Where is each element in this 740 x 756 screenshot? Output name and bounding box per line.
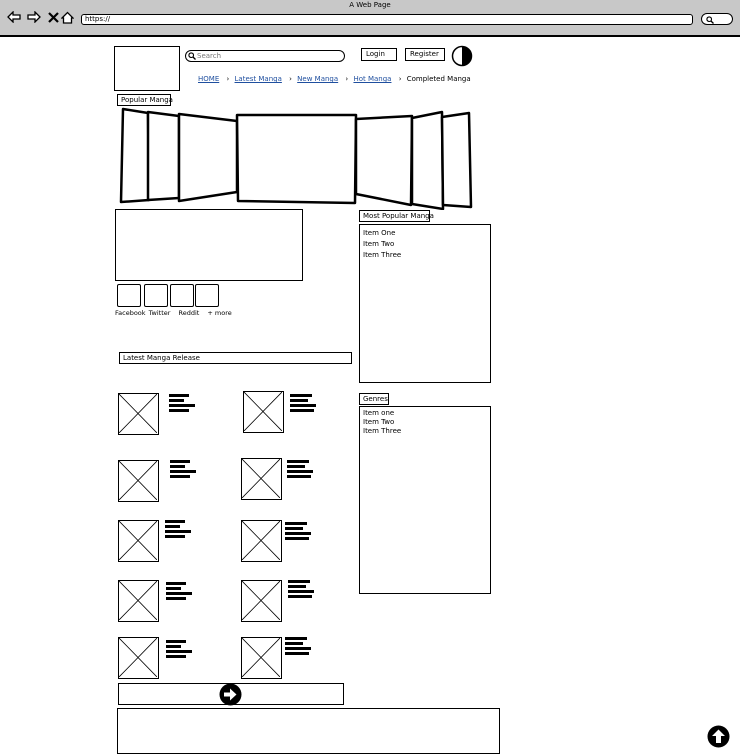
chevron-right-icon: ›: [398, 75, 402, 83]
chevron-right-icon: ›: [226, 75, 230, 83]
manga-text-lines-icon: [166, 582, 192, 602]
genres-list: Item one Item Two Item Three: [359, 406, 491, 594]
chevron-right-icon: ›: [289, 75, 292, 83]
reddit-share-button[interactable]: [170, 284, 194, 307]
list-item[interactable]: Item Three: [363, 250, 487, 261]
chevron-right-icon: ›: [345, 75, 349, 83]
manga-cover-placeholder[interactable]: [241, 520, 282, 562]
manga-cover-placeholder[interactable]: [241, 637, 282, 679]
list-item[interactable]: Item Two: [363, 239, 487, 250]
list-item[interactable]: Item one: [363, 409, 487, 418]
close-icon[interactable]: [46, 10, 60, 24]
genres-label: Genres: [359, 393, 389, 405]
latest-manga-release-label: Latest Manga Release: [119, 352, 352, 364]
manga-text-lines-icon: [290, 394, 316, 414]
breadcrumb-home[interactable]: HOME: [198, 75, 219, 83]
manga-text-lines-icon: [285, 637, 311, 657]
manga-text-lines-icon: [165, 520, 191, 540]
search-input[interactable]: Search: [185, 50, 345, 62]
manga-cover-placeholder[interactable]: [241, 458, 282, 500]
most-popular-manga-label: Most Popular Manga: [359, 210, 434, 222]
register-button[interactable]: Register: [405, 48, 445, 61]
url-bar[interactable]: https://: [81, 14, 693, 25]
manga-cover-placeholder[interactable]: [118, 580, 159, 622]
more-share-button[interactable]: [195, 284, 219, 307]
list-item[interactable]: Item Two: [363, 418, 487, 427]
popular-manga-carousel[interactable]: [116, 104, 480, 210]
footer: [117, 708, 500, 754]
manga-cover-placeholder[interactable]: [118, 637, 159, 679]
browser-search-field[interactable]: [701, 13, 733, 25]
share-label-more: + more: [207, 309, 232, 317]
theme-toggle-icon[interactable]: [451, 45, 473, 67]
manga-text-lines-icon: [288, 580, 314, 600]
manga-text-lines-icon: [169, 394, 195, 414]
featured-banner[interactable]: [115, 209, 303, 281]
window-title: A Web Page: [349, 1, 391, 9]
most-popular-manga-list: Item One Item Two Item Three: [359, 224, 491, 383]
twitter-share-button[interactable]: [144, 284, 168, 307]
home-icon[interactable]: [60, 10, 74, 24]
scroll-to-top-icon[interactable]: [707, 725, 730, 748]
manga-cover-placeholder[interactable]: [118, 393, 159, 435]
breadcrumb-hot-manga[interactable]: Hot Manga: [353, 75, 391, 83]
manga-text-lines-icon: [285, 522, 311, 542]
back-icon[interactable]: [7, 10, 21, 24]
share-label-twitter: Twitter: [148, 309, 171, 317]
share-label-reddit: Reddit: [178, 309, 200, 317]
search-icon: [188, 52, 196, 60]
share-labels: Facebook Twitter Reddit + more: [115, 309, 234, 317]
search-icon: [706, 16, 714, 24]
list-item[interactable]: Item Three: [363, 427, 487, 436]
list-item[interactable]: Item One: [363, 228, 487, 239]
breadcrumb-latest-manga[interactable]: Latest Manga: [235, 75, 282, 83]
breadcrumb-new-manga[interactable]: New Manga: [297, 75, 338, 83]
manga-text-lines-icon: [287, 460, 313, 480]
manga-cover-placeholder[interactable]: [118, 460, 159, 502]
manga-cover-placeholder[interactable]: [243, 391, 284, 433]
next-page-icon[interactable]: [219, 683, 242, 706]
breadcrumb: HOME › Latest Manga › New Manga › Hot Ma…: [198, 75, 471, 83]
breadcrumb-current: Completed Manga: [406, 75, 471, 83]
facebook-share-button[interactable]: [117, 284, 141, 307]
share-label-facebook: Facebook: [115, 309, 146, 317]
login-button[interactable]: Login: [361, 48, 397, 61]
manga-cover-placeholder[interactable]: [118, 520, 159, 562]
manga-text-lines-icon: [166, 640, 192, 660]
manga-cover-placeholder[interactable]: [241, 580, 282, 622]
manga-text-lines-icon: [170, 460, 196, 480]
site-logo[interactable]: [114, 46, 180, 91]
forward-icon[interactable]: [27, 10, 41, 24]
